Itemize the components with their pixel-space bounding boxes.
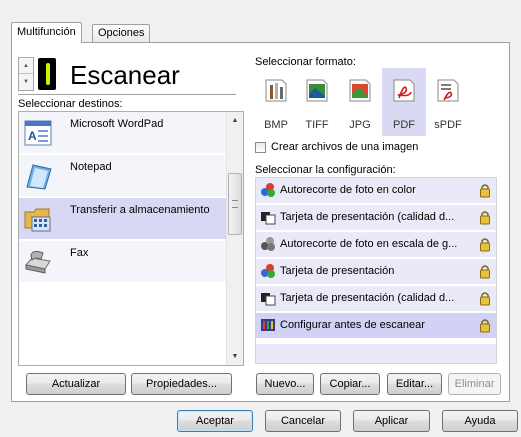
help-button[interactable]: Ayuda [442,410,518,432]
cancel-button[interactable]: Cancelar [265,410,341,432]
spdf-format-icon [437,79,459,102]
notepad-icon [26,164,52,190]
destination-label: Transferir a almacenamiento [70,204,210,216]
lock-icon [480,319,490,333]
format-tiff[interactable]: TIFF [295,68,339,136]
profile-spinner[interactable]: ▲ ▼ [18,57,34,91]
single-image-checkbox[interactable] [255,142,266,153]
destinations-list[interactable]: A Microsoft WordPad Notepad Transferir a… [18,111,244,366]
destination-label: Microsoft WordPad [70,118,164,130]
scroll-down-icon[interactable]: ▼ [227,348,243,365]
title-underline [18,94,236,95]
bw-card-icon [261,293,276,306]
tab-multifuncion[interactable]: Multifunción [11,22,82,43]
lock-icon [480,238,490,252]
lock-icon [480,211,490,225]
lock-icon [480,292,490,306]
destination-label: Notepad [70,161,112,173]
config-label-text: Autorecorte de foto en escala de g... [280,238,458,250]
config-label-text: Tarjeta de presentación [280,265,395,277]
list-item-wordpad[interactable]: A Microsoft WordPad [19,112,226,154]
lock-icon [480,265,490,279]
single-image-label: Crear archivos de una imagen [271,141,419,153]
spin-down-icon[interactable]: ▼ [19,74,33,90]
config-label-text: Tarjeta de presentación (calidad d... [280,211,455,223]
scroll-thumb[interactable] [228,173,242,235]
wordpad-icon: A [24,120,52,146]
delete-config-button[interactable]: Eliminar [448,373,501,395]
update-button[interactable]: Actualizar [26,373,126,395]
config-item[interactable]: Autorecorte de foto en escala de g... [256,232,496,257]
pdf-format-icon [393,79,415,102]
configure-icon [261,319,275,331]
list-item-transfer-storage[interactable]: Transferir a almacenamiento [19,198,226,240]
format-label-text: BMP [264,119,288,131]
edit-config-button[interactable]: Editar... [387,373,442,395]
lock-icon [480,184,490,198]
format-label-text: sPDF [434,119,462,131]
format-label-text: TIFF [305,119,329,131]
folder-storage-icon [24,208,51,232]
profile-selector: ▲ ▼ Escanear [18,57,238,93]
profile-title: Escanear [70,60,180,90]
config-list[interactable]: Autorecorte de foto en color Tarjeta de … [255,177,497,364]
destinations-scrollbar[interactable]: ▲ ▼ [226,112,243,365]
bmp-format-icon [265,79,287,102]
list-item-notepad[interactable]: Notepad [19,155,226,197]
config-label-text: Tarjeta de presentación (calidad d... [280,292,455,304]
color-photo-icon [261,264,275,278]
bw-card-icon [261,212,276,225]
format-pdf[interactable]: PDF [382,68,426,136]
config-item[interactable]: Autorecorte de foto en color [256,178,496,203]
list-item-fax[interactable]: Fax [19,241,226,283]
destinations-label: Seleccionar destinos: [18,98,123,110]
format-label-text: PDF [393,119,415,131]
format-jpg[interactable]: JPG [338,68,382,136]
format-spdf[interactable]: sPDF [426,68,470,136]
tab-opciones[interactable]: Opciones [92,24,151,43]
fax-icon [25,250,51,274]
gray-photo-icon [261,237,275,251]
config-label-text: Autorecorte de foto en color [280,184,416,196]
copy-config-button[interactable]: Copiar... [320,373,380,395]
config-label-text: Configurar antes de escanear [280,319,425,331]
accept-button[interactable]: Aceptar [177,410,253,432]
destination-label: Fax [70,247,89,259]
config-item[interactable]: Configurar antes de escanear [256,313,496,338]
lcd-digit-icon [38,58,56,90]
apply-button[interactable]: Aplicar [353,410,430,432]
jpg-format-icon [349,79,371,102]
svg-text:A: A [28,129,37,143]
color-photo-icon [261,183,275,197]
config-item[interactable]: Tarjeta de presentación [256,259,496,284]
format-label: Seleccionar formato: [255,56,356,68]
config-item[interactable]: Tarjeta de presentación (calidad d... [256,205,496,230]
format-chooser: BMP TIFF JPG PDF sPDF [254,68,504,138]
new-config-button[interactable]: Nuevo... [256,373,314,395]
config-list-empty-area [256,344,496,363]
spin-up-icon[interactable]: ▲ [19,58,33,74]
format-label-text: JPG [349,119,371,131]
scroll-up-icon[interactable]: ▲ [227,112,243,129]
format-bmp[interactable]: BMP [254,68,298,136]
properties-button[interactable]: Propiedades... [131,373,232,395]
tiff-format-icon [306,79,328,102]
config-label: Seleccionar la configuración: [255,164,396,176]
config-item[interactable]: Tarjeta de presentación (calidad d... [256,286,496,311]
